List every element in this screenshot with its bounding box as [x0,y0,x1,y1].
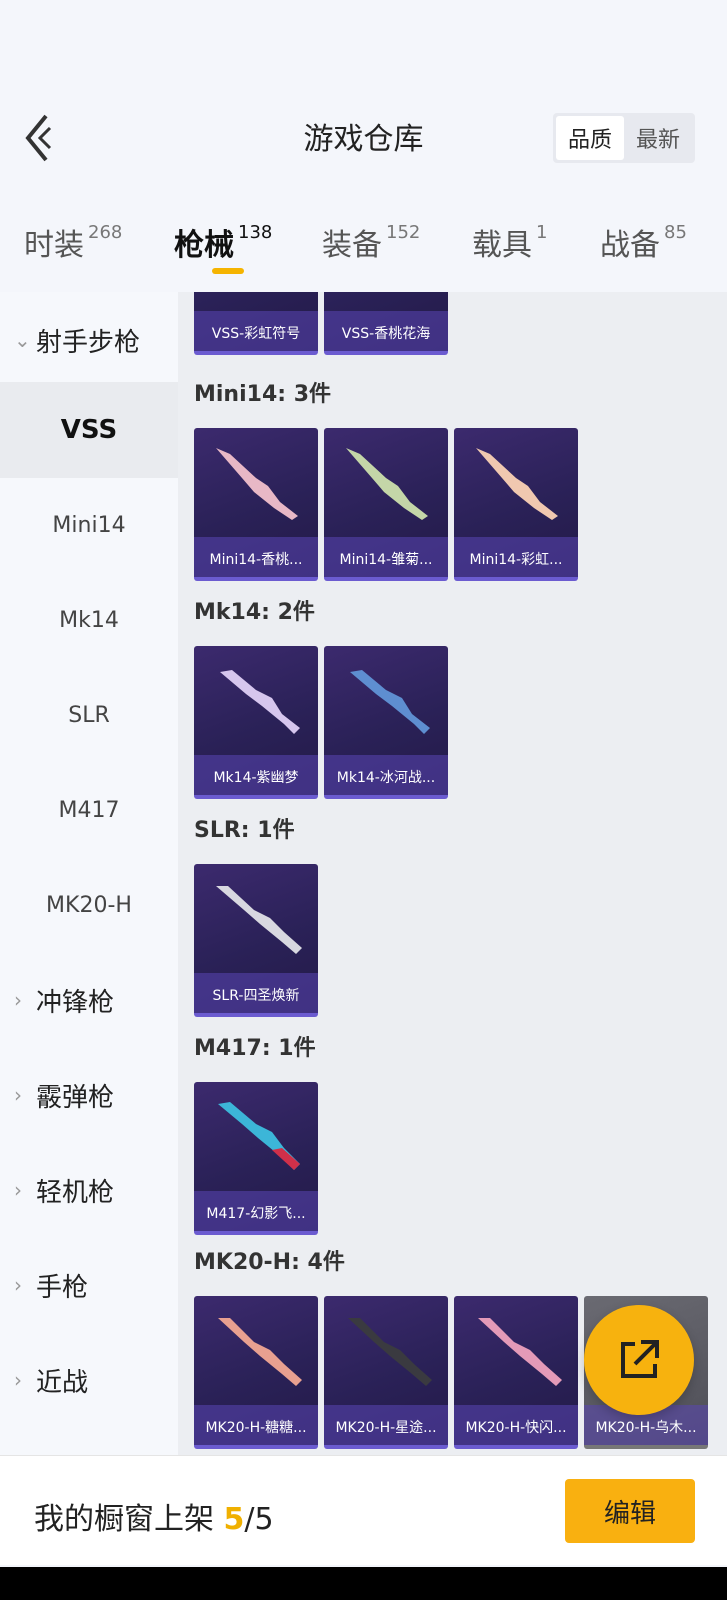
skin-name: M417-幻影飞... [206,1206,306,1222]
sidebar-category-lmg[interactable]: › 轻机枪 [14,1142,114,1238]
chevron-right-icon: › [14,1083,22,1107]
sidebar-item-mini14[interactable]: Mini14 [0,477,178,573]
sidebar-category-smg[interactable]: › 冲锋枪 [14,952,114,1048]
skin-name: MK20-H-糖糖... [205,1420,307,1436]
tab-count: 152 [386,222,421,243]
skin-card[interactable]: Mini14-香桃... [194,428,318,581]
tab-count: 268 [88,222,123,243]
tab-label: 时装 [24,228,84,263]
showcase-separator: / [244,1502,255,1537]
skin-name: Mini14-香桃... [209,552,303,568]
skin-name: Mini14-雏菊... [339,552,433,568]
rifle-icon [216,886,302,954]
tab-equipment[interactable]: 装备 152 [322,220,420,264]
skin-card[interactable]: Mini14-彩虹... [454,428,578,581]
tab-count: 138 [238,222,273,243]
system-nav-bar [0,1567,727,1600]
skin-card[interactable]: MK20-H-快闪... [454,1296,578,1449]
rifle-icon [218,1318,302,1386]
sidebar-category-label: 冲锋枪 [36,987,115,1018]
header: 游戏仓库 品质 最新 时装 268 枪械 138 装备 152 载具 1 战备 … [0,0,727,290]
sidebar-item-slr[interactable]: SLR [0,667,178,763]
showcase-current-count: 5 [223,1502,245,1537]
skin-card[interactable]: VSS-香桃花海 [324,292,448,355]
rifle-icon [346,448,428,520]
weapon-sidebar: ⌄ 射手步枪 VSS Mini14 Mk14 SLR M417 MK20-H ›… [0,292,178,1455]
weapon-grid: VSS-彩虹符号 VSS-香桃花海 Mini14: 3件 Mini14-香桃..… [178,292,727,1455]
showcase-status: 我的橱窗上架 5/5 [34,1494,274,1538]
rifle-icon [216,448,298,520]
sidebar-category-shotgun[interactable]: › 霰弹枪 [14,1047,114,1143]
rifle-icon [476,448,558,520]
skin-name: MK20-H-乌木... [595,1420,697,1436]
sidebar-item-vss[interactable]: VSS [0,382,178,478]
tab-label: 载具 [472,228,532,263]
rifle-icon [220,670,300,734]
sidebar-category-label: 轻机枪 [36,1177,115,1208]
active-tab-indicator [212,268,244,274]
chevron-right-icon: › [14,988,22,1012]
section-title-mk20h: MK20-H: 4件 [194,1250,345,1275]
skin-card[interactable]: SLR-四圣焕新 [194,864,318,1017]
skin-name: MK20-H-星途... [335,1420,437,1436]
category-tabs: 时装 268 枪械 138 装备 152 载具 1 战备 85 [0,212,727,282]
sort-quality-option[interactable]: 品质 [556,116,624,160]
skin-card[interactable]: VSS-彩虹符号 [194,292,318,355]
tab-vehicles[interactable]: 载具 1 [472,220,547,264]
tab-label: 装备 [322,228,382,263]
footer-bar: 我的橱窗上架 5/5 编辑 [0,1455,727,1565]
external-link-icon [621,1340,659,1378]
sidebar-category-sniper[interactable]: ⌄ 射手步枪 [14,292,140,388]
rifle-icon [350,670,430,734]
section-title-mini14: Mini14: 3件 [194,382,332,407]
skin-card[interactable]: Mk14-紫幽梦 [194,646,318,799]
sort-toggle: 品质 最新 [553,113,695,163]
sidebar-category-label: 近战 [36,1367,89,1398]
sidebar-item-mk20h[interactable]: MK20-H [0,857,178,953]
tab-fashion[interactable]: 时装 268 [24,220,122,264]
chevron-right-icon: › [14,1273,22,1297]
sidebar-item-m417[interactable]: M417 [0,762,178,858]
tab-supplies[interactable]: 战备 85 [600,220,687,264]
tab-label: 枪械 [174,228,234,263]
tab-count: 85 [664,222,687,243]
sidebar-item-mk14[interactable]: Mk14 [0,572,178,668]
sidebar-category-melee[interactable]: › 近战 [14,1332,88,1428]
skin-name: VSS-彩虹符号 [211,326,301,342]
chevron-right-icon: › [14,1178,22,1202]
tab-weapons[interactable]: 枪械 138 [174,220,272,264]
showcase-total-count: 5 [254,1502,274,1537]
skin-card[interactable]: M417-幻影飞... [194,1082,318,1235]
rifle-icon [478,1318,562,1386]
sort-newest-option[interactable]: 最新 [624,116,692,160]
skin-card[interactable]: Mk14-冰河战... [324,646,448,799]
sidebar-category-label: 手枪 [36,1272,89,1303]
skin-name: SLR-四圣焕新 [212,988,300,1004]
chevron-down-icon: ⌄ [14,328,31,352]
edit-button[interactable]: 编辑 [565,1479,695,1543]
tab-label: 战备 [600,228,660,263]
sidebar-category-pistol[interactable]: › 手枪 [14,1237,88,1333]
sidebar-category-label: 射手步枪 [36,327,141,358]
skin-card[interactable]: MK20-H-糖糖... [194,1296,318,1449]
share-button[interactable] [584,1305,694,1415]
chevron-right-icon: › [14,1368,22,1392]
section-title-slr: SLR: 1件 [194,818,295,843]
tab-count: 1 [536,222,548,243]
skin-name: MK20-H-快闪... [465,1420,567,1436]
skin-name: Mk14-冰河战... [336,770,436,786]
skin-card[interactable]: MK20-H-星途... [324,1296,448,1449]
rifle-icon [348,1318,432,1386]
skin-card[interactable]: Mini14-雏菊... [324,428,448,581]
section-title-mk14: Mk14: 2件 [194,600,315,625]
showcase-label: 我的橱窗上架 [34,1502,214,1537]
skin-name: Mini14-彩虹... [469,552,563,568]
sidebar-category-label: 霰弹枪 [36,1082,115,1113]
section-title-m417: M417: 1件 [194,1036,316,1061]
skin-name: VSS-香桃花海 [341,326,431,342]
skin-name: Mk14-紫幽梦 [213,770,299,786]
rifle-icon [218,1102,300,1170]
